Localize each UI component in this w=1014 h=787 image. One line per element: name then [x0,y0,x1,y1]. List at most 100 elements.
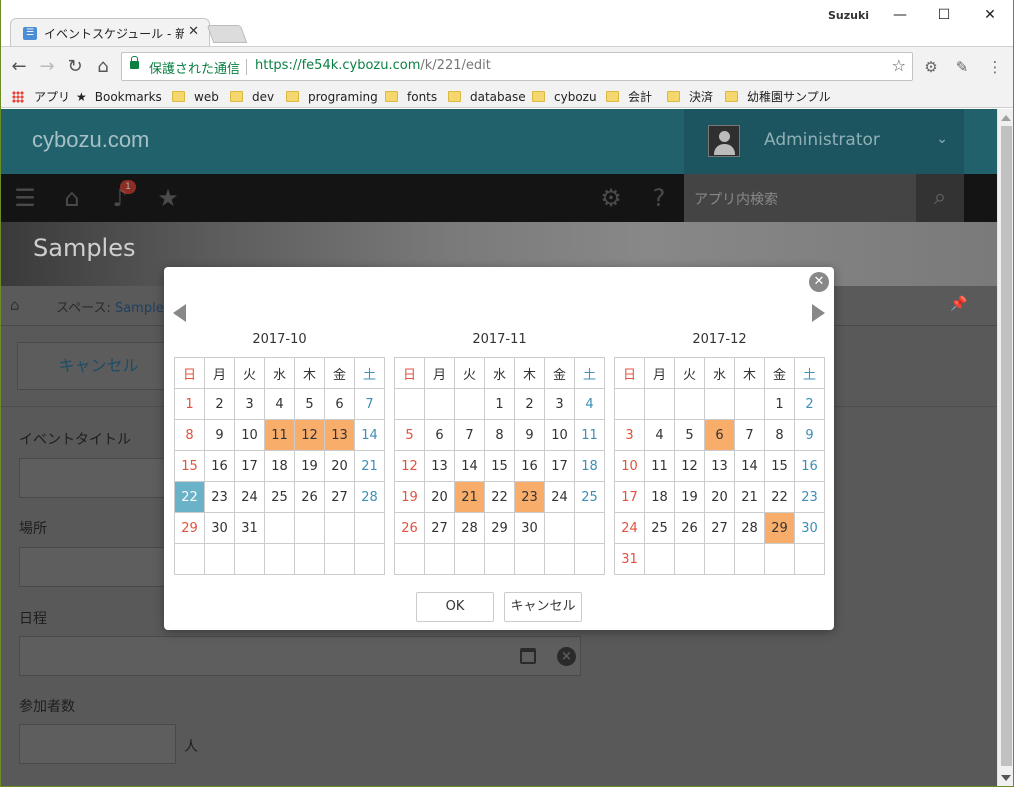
calendar-day[interactable]: 1 [484,388,515,420]
form-cancel-button[interactable]: キャンセル [17,342,180,390]
calendar-day[interactable]: 24 [544,481,575,513]
calendar-day[interactable]: 5 [674,419,705,451]
calendar-day[interactable]: 17 [614,481,645,513]
calendar-day[interactable]: 3 [234,388,265,420]
next-month-icon[interactable] [812,304,825,322]
breadcrumb-home-icon[interactable]: ⌂ [10,296,20,314]
browser-tab[interactable]: ☰ イベントスケジュール - 新しい ✕ [10,18,210,46]
calendar-day[interactable]: 7 [454,419,485,451]
calendar-day[interactable]: 10 [234,419,265,451]
forward-icon[interactable]: → [36,56,58,78]
calendar-day[interactable]: 28 [454,512,485,544]
bookmark-folder[interactable]: database [448,88,526,106]
calendar-day[interactable]: 6 [704,419,735,451]
bookmark-star-icon[interactable]: ☆ [892,56,906,75]
calendar-day[interactable]: 15 [484,450,515,482]
calendar-day[interactable]: 5 [394,419,425,451]
close-window-icon[interactable]: ✕ [970,4,1010,26]
schedule-field[interactable]: × [19,636,581,676]
maximize-icon[interactable]: ☐ [924,4,964,26]
calendar-icon[interactable] [520,648,536,664]
calendar-day[interactable]: 9 [794,419,825,451]
calendar-day[interactable]: 24 [234,481,265,513]
calendar-day[interactable]: 1 [174,388,205,420]
calendar-day[interactable]: 26 [294,481,325,513]
site-logo[interactable]: cybozu.com [32,127,149,153]
calendar-day[interactable]: 22 [174,481,205,513]
address-bar[interactable]: 保護された通信 https://fe54k.cybozu.com/k/221/e… [121,52,913,81]
prev-month-icon[interactable] [173,304,186,322]
calendar-day[interactable]: 12 [294,419,325,451]
calendar-day[interactable]: 20 [324,450,355,482]
calendar-day[interactable]: 14 [354,419,385,451]
cancel-button[interactable]: キャンセル [504,592,582,622]
menu-icon[interactable]: ☰ [11,184,39,212]
participants-field[interactable] [19,724,176,764]
calendar-day[interactable]: 14 [734,450,765,482]
calendar-day[interactable]: 21 [354,450,385,482]
calendar-day[interactable]: 11 [264,419,295,451]
bookmark-folder[interactable]: dev [230,88,274,106]
page-scrollbar[interactable] [997,109,1014,787]
bookmark-folder[interactable]: 会計 [606,88,652,106]
calendar-day[interactable]: 31 [234,512,265,544]
calendar-day[interactable]: 6 [424,419,455,451]
calendar-day[interactable]: 2 [204,388,235,420]
calendar-day[interactable]: 30 [514,512,545,544]
scroll-thumb[interactable] [1001,126,1012,766]
reload-icon[interactable]: ↻ [64,56,86,78]
calendar-day[interactable]: 6 [324,388,355,420]
favorites-star-icon[interactable]: ★ [154,184,182,212]
calendar-day[interactable]: 7 [354,388,385,420]
calendar-day[interactable]: 16 [204,450,235,482]
calendar-day[interactable]: 4 [264,388,295,420]
clear-icon[interactable]: × [557,647,576,666]
calendar-day[interactable]: 17 [234,450,265,482]
profile-name[interactable]: Suzuki [828,9,869,22]
calendar-day[interactable]: 2 [794,388,825,420]
bookmark-folder[interactable]: cybozu [532,88,597,106]
calendar-day[interactable]: 20 [704,481,735,513]
calendar-day[interactable]: 10 [544,419,575,451]
calendar-day[interactable]: 8 [174,419,205,451]
calendar-day[interactable]: 26 [394,512,425,544]
calendar-day[interactable]: 14 [454,450,485,482]
calendar-day[interactable]: 16 [794,450,825,482]
calendar-day[interactable]: 13 [704,450,735,482]
calendar-day[interactable]: 16 [514,450,545,482]
calendar-day[interactable]: 27 [324,481,355,513]
calendar-day[interactable]: 9 [204,419,235,451]
calendar-day[interactable]: 18 [574,450,605,482]
calendar-day[interactable]: 21 [734,481,765,513]
calendar-day[interactable]: 8 [764,419,795,451]
breadcrumb-space-link[interactable]: Sample [115,301,164,316]
calendar-day[interactable]: 11 [644,450,675,482]
calendar-day[interactable]: 23 [514,481,545,513]
calendar-day[interactable]: 5 [294,388,325,420]
bookmark-folder[interactable]: 幼稚園サンプル [725,88,831,106]
calendar-day[interactable]: 18 [264,450,295,482]
calendar-day[interactable]: 30 [204,512,235,544]
bookmark-folder[interactable]: 決済 [667,88,713,106]
calendar-day[interactable]: 28 [734,512,765,544]
calendar-day[interactable]: 23 [204,481,235,513]
calendar-day[interactable]: 15 [174,450,205,482]
calendar-day[interactable]: 27 [424,512,455,544]
calendar-day[interactable]: 19 [674,481,705,513]
calendar-day[interactable]: 13 [424,450,455,482]
calendar-day[interactable]: 30 [794,512,825,544]
calendar-day[interactable]: 11 [574,419,605,451]
bookmark-folder[interactable]: web [172,88,219,106]
browser-menu-icon[interactable]: ⋮ [986,58,1004,76]
search-icon[interactable]: ⌕ [916,174,964,222]
calendar-day[interactable]: 22 [484,481,515,513]
bookmark-apps[interactable]: アプリ [12,88,70,106]
pin-icon[interactable]: 📌 [950,296,967,312]
calendar-day[interactable]: 29 [174,512,205,544]
calendar-day[interactable]: 19 [294,450,325,482]
calendar-day[interactable]: 21 [454,481,485,513]
calendar-day[interactable]: 10 [614,450,645,482]
portal-home-icon[interactable]: ⌂ [58,184,86,212]
calendar-day[interactable]: 23 [794,481,825,513]
calendar-day[interactable]: 13 [324,419,355,451]
